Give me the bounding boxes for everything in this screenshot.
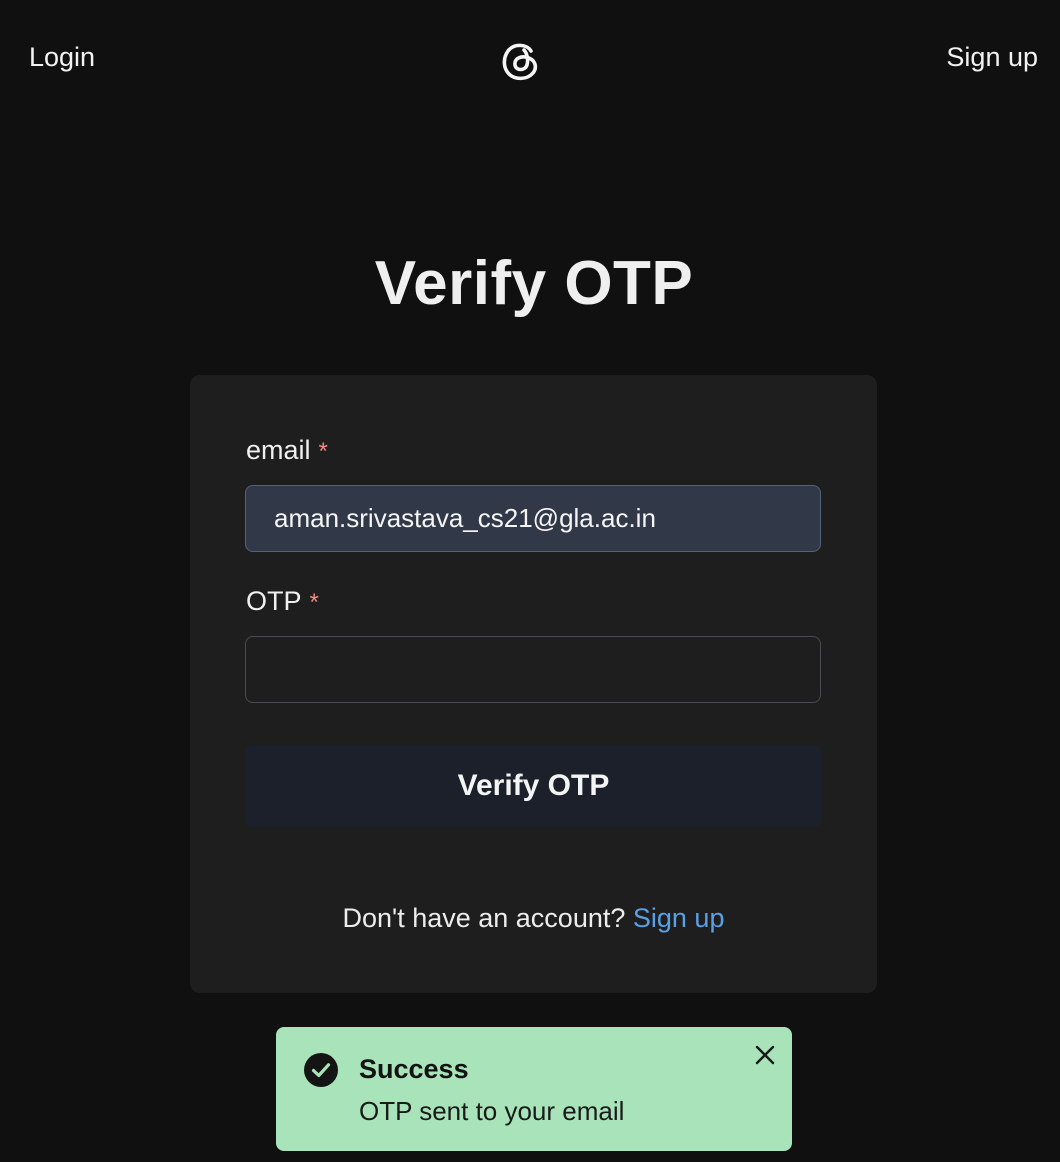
otp-label: OTP * bbox=[246, 586, 319, 617]
verify-otp-card: email * OTP * Verify OTP Don't have an acc… bbox=[190, 375, 877, 993]
signup-prompt-text: Don't have an account? bbox=[342, 903, 626, 933]
toast-title: Success bbox=[359, 1054, 469, 1084]
email-label-text: email bbox=[246, 435, 311, 465]
signup-prompt: Don't have an account? Sign up bbox=[190, 903, 877, 934]
close-icon[interactable] bbox=[753, 1043, 777, 1067]
toast-message: OTP sent to your email bbox=[359, 1096, 625, 1126]
login-link[interactable]: Login bbox=[29, 42, 95, 73]
email-required-mark: * bbox=[318, 438, 328, 465]
top-nav: Login Sign up bbox=[0, 0, 1060, 122]
otp-required-mark: * bbox=[309, 589, 319, 616]
page-title: Verify OTP bbox=[374, 249, 694, 318]
otp-input[interactable] bbox=[245, 636, 821, 703]
success-toast: Success OTP sent to your email bbox=[276, 1027, 792, 1151]
signup-prompt-link[interactable]: Sign up bbox=[633, 903, 725, 933]
email-input[interactable] bbox=[245, 485, 821, 552]
verify-otp-button[interactable]: Verify OTP bbox=[245, 745, 822, 827]
threads-logo-icon[interactable] bbox=[500, 39, 542, 83]
signup-link[interactable]: Sign up bbox=[946, 42, 1038, 73]
check-circle-icon bbox=[303, 1052, 339, 1088]
otp-label-text: OTP bbox=[246, 586, 302, 616]
email-label: email * bbox=[246, 435, 328, 466]
